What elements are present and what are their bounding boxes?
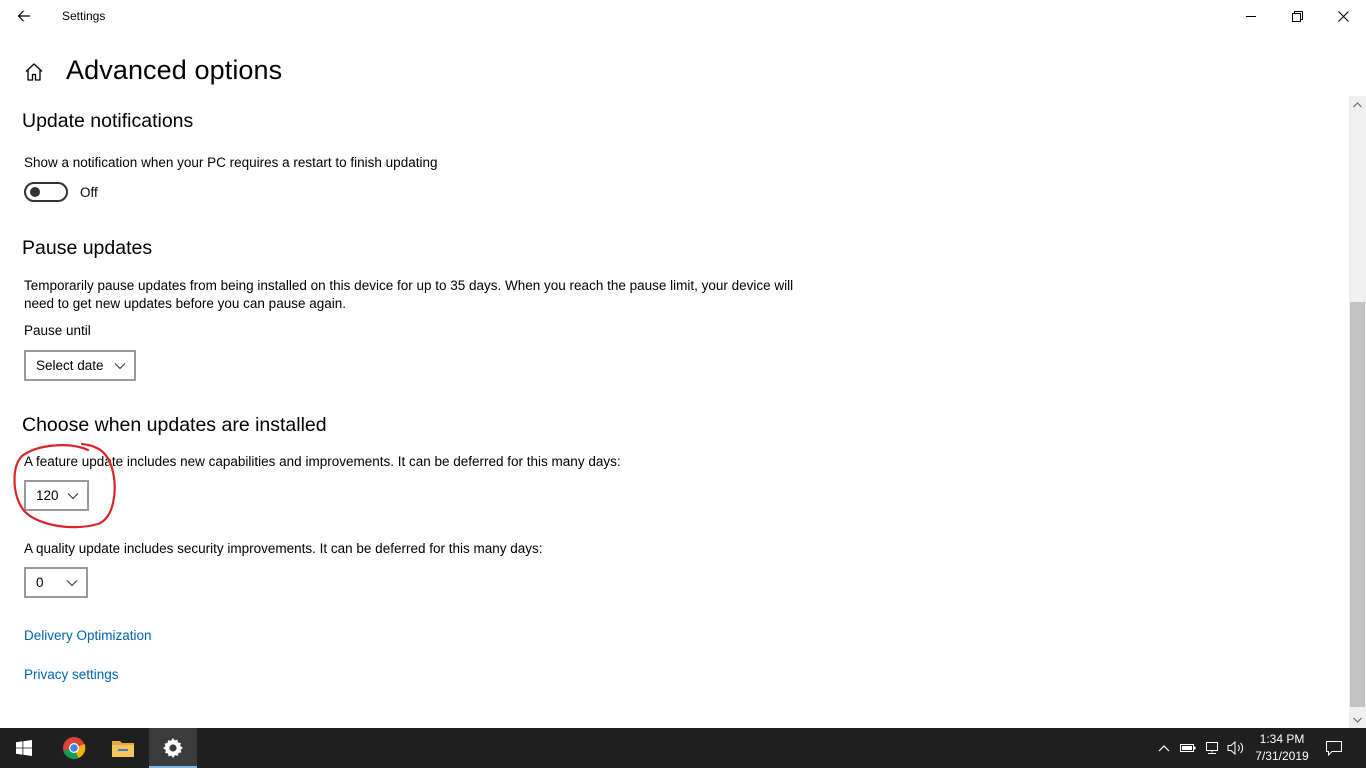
settings-taskbar-button[interactable] (149, 728, 197, 768)
settings-window: Settings Advanced options Update notific… (0, 0, 1366, 728)
minimize-button[interactable] (1228, 0, 1274, 32)
gear-icon (163, 738, 183, 758)
scroll-down-button[interactable] (1349, 711, 1366, 728)
taskbar: 1:34 PM 7/31/2019 (0, 728, 1366, 768)
battery-icon (1180, 744, 1196, 752)
clock-time: 1:34 PM (1259, 732, 1305, 746)
privacy-settings-link[interactable]: Privacy settings (24, 667, 119, 682)
restore-icon (1291, 10, 1303, 22)
show-hidden-icons-button[interactable] (1152, 728, 1176, 768)
scroll-up-button[interactable] (1349, 96, 1366, 113)
pause-updates-description-line1: Temporarily pause updates from being ins… (24, 278, 794, 293)
choose-when-heading: Choose when updates are installed (22, 414, 327, 436)
home-icon (25, 63, 43, 81)
clock-date: 7/31/2019 (1255, 749, 1309, 763)
feature-update-days-value: 120 (36, 488, 59, 503)
chevron-down-icon (67, 493, 79, 500)
network-icon (1206, 742, 1218, 754)
pause-updates-description-line2: need to get new updates before you can p… (24, 296, 346, 311)
scrollbar-thumb[interactable] (1350, 302, 1365, 707)
update-notifications-description: Show a notification when your PC require… (24, 155, 438, 170)
chevron-up-icon (1353, 101, 1362, 107)
network-tray-button[interactable] (1200, 728, 1224, 768)
settings-content: Update notifications Show a notification… (0, 100, 1348, 728)
battery-tray-button[interactable] (1176, 728, 1200, 768)
chevron-down-icon (114, 363, 126, 370)
toggle-knob (30, 187, 40, 197)
window-title: Settings (62, 9, 106, 23)
chevron-up-icon (1158, 744, 1170, 751)
chevron-down-icon (66, 580, 78, 587)
chevron-down-icon (1353, 717, 1362, 723)
close-button[interactable] (1320, 0, 1366, 32)
pause-until-label: Pause until (24, 323, 91, 338)
notification-icon (1326, 740, 1342, 756)
action-center-button[interactable] (1322, 728, 1346, 768)
back-button[interactable] (0, 0, 48, 32)
restore-button[interactable] (1274, 0, 1320, 32)
volume-tray-button[interactable] (1224, 728, 1248, 768)
folder-icon (112, 741, 134, 757)
quality-update-days-value: 0 (36, 575, 44, 590)
toggle-state-label: Off (80, 185, 98, 200)
restart-notification-toggle[interactable] (24, 182, 68, 202)
vertical-scrollbar[interactable] (1349, 96, 1366, 728)
speaker-icon (1227, 741, 1244, 755)
pause-until-dropdown[interactable]: Select date (24, 350, 136, 381)
close-icon (1337, 10, 1349, 22)
delivery-optimization-link[interactable]: Delivery Optimization (24, 628, 152, 643)
windows-logo-icon (16, 740, 32, 756)
update-notifications-heading: Update notifications (22, 110, 194, 132)
quality-update-description: A quality update includes security impro… (24, 541, 543, 556)
title-bar: Settings (0, 0, 1366, 32)
feature-update-description: A feature update includes new capabiliti… (24, 454, 621, 469)
home-button[interactable] (22, 60, 46, 84)
file-explorer-taskbar-button[interactable] (99, 728, 147, 768)
pause-until-value: Select date (36, 358, 104, 373)
start-button[interactable] (0, 728, 48, 768)
minimize-icon (1246, 16, 1256, 17)
page-title: Advanced options (66, 55, 283, 85)
pause-updates-heading: Pause updates (22, 237, 153, 259)
taskbar-clock[interactable]: 1:34 PM 7/31/2019 (1246, 731, 1318, 765)
feature-update-days-dropdown[interactable]: 120 (24, 480, 89, 511)
quality-update-days-dropdown[interactable]: 0 (24, 567, 88, 598)
chrome-taskbar-button[interactable] (50, 728, 98, 768)
arrow-left-icon (17, 10, 30, 22)
chrome-icon (63, 737, 86, 759)
